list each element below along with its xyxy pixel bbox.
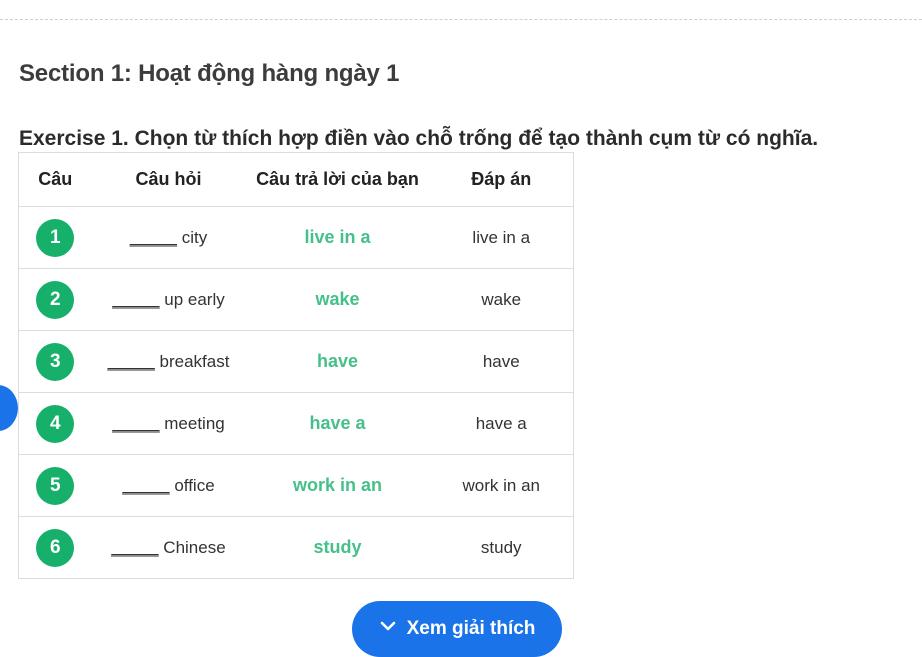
- blank: _____: [129, 227, 178, 247]
- your-answer-cell: study: [245, 516, 430, 579]
- section-title: Section 1: Hoạt động hàng ngày 1: [19, 60, 400, 87]
- your-answer-cell: work in an: [245, 454, 430, 517]
- question-cell: _____ city: [91, 206, 246, 269]
- your-answer-cell: live in a: [245, 206, 430, 269]
- question-text: city: [177, 227, 208, 247]
- top-divider: [0, 19, 922, 20]
- question-number-badge: 1: [36, 218, 75, 257]
- user-answer: wake: [315, 289, 360, 309]
- correct-answer: have a: [429, 392, 574, 455]
- question-number-badge: 3: [36, 342, 75, 381]
- question-number-badge: 2: [36, 280, 75, 319]
- side-nav-handle[interactable]: [0, 385, 18, 431]
- number-cell: 3: [18, 330, 92, 393]
- header-question: Câu hỏi: [91, 152, 246, 207]
- table-row: 3 _____ breakfast have have: [18, 330, 574, 393]
- question-text: office: [169, 475, 215, 495]
- header-correct-answer: Đáp án: [429, 152, 574, 207]
- your-answer-cell: have: [245, 330, 430, 393]
- table-row: 1 _____ city live in a live in a: [18, 206, 574, 269]
- correct-answer: study: [429, 516, 574, 579]
- question-number-badge: 5: [36, 466, 75, 505]
- header-your-answer: Câu trả lời của bạn: [245, 152, 430, 207]
- user-answer: study: [313, 537, 362, 557]
- number-cell: 1: [18, 206, 92, 269]
- blank: _____: [112, 413, 160, 433]
- question-cell: _____ meeting: [91, 392, 246, 455]
- table-row: 2 _____ up early wake wake: [18, 268, 574, 331]
- header-number: Câu: [18, 152, 92, 207]
- table-header-row: Câu Câu hỏi Câu trả lời của bạn Đáp án: [18, 152, 574, 207]
- your-answer-cell: wake: [245, 268, 430, 331]
- number-cell: 6: [18, 516, 92, 579]
- user-answer: work in an: [292, 475, 382, 495]
- blank: _____: [111, 537, 159, 557]
- user-answer: have: [316, 351, 359, 371]
- correct-answer: have: [429, 330, 574, 393]
- blank: _____: [107, 351, 155, 371]
- show-explanation-label: Xem giải thích: [406, 618, 536, 639]
- question-text: up early: [159, 289, 225, 309]
- table-row: 4 _____ meeting have a have a: [18, 392, 574, 455]
- chevron-down-icon: [379, 617, 397, 641]
- answers-table: Câu Câu hỏi Câu trả lời của bạn Đáp án 1…: [18, 152, 574, 579]
- number-cell: 2: [18, 268, 92, 331]
- table-row: 5 _____ office work in an work in an: [18, 454, 574, 517]
- question-cell: _____ Chinese: [91, 516, 246, 579]
- correct-answer: wake: [429, 268, 574, 331]
- number-cell: 5: [18, 454, 92, 517]
- correct-answer: live in a: [429, 206, 574, 269]
- blank: _____: [122, 475, 170, 495]
- question-cell: _____ up early: [91, 268, 246, 331]
- table-row: 6 _____ Chinese study study: [18, 516, 574, 579]
- question-cell: _____ breakfast: [91, 330, 246, 393]
- user-answer: live in a: [304, 227, 371, 247]
- number-cell: 4: [18, 392, 92, 455]
- question-cell: _____ office: [91, 454, 246, 517]
- question-number-badge: 6: [36, 528, 75, 567]
- question-text: meeting: [159, 413, 225, 433]
- question-number-badge: 4: [36, 404, 75, 443]
- question-text: breakfast: [154, 351, 230, 371]
- question-text: Chinese: [158, 537, 226, 557]
- exercise-title: Exercise 1. Chọn từ thích hợp điền vào c…: [19, 127, 819, 150]
- show-explanation-button[interactable]: Xem giải thích: [352, 601, 562, 657]
- correct-answer: work in an: [429, 454, 574, 517]
- user-answer: have a: [309, 413, 366, 433]
- your-answer-cell: have a: [245, 392, 430, 455]
- blank: _____: [112, 289, 160, 309]
